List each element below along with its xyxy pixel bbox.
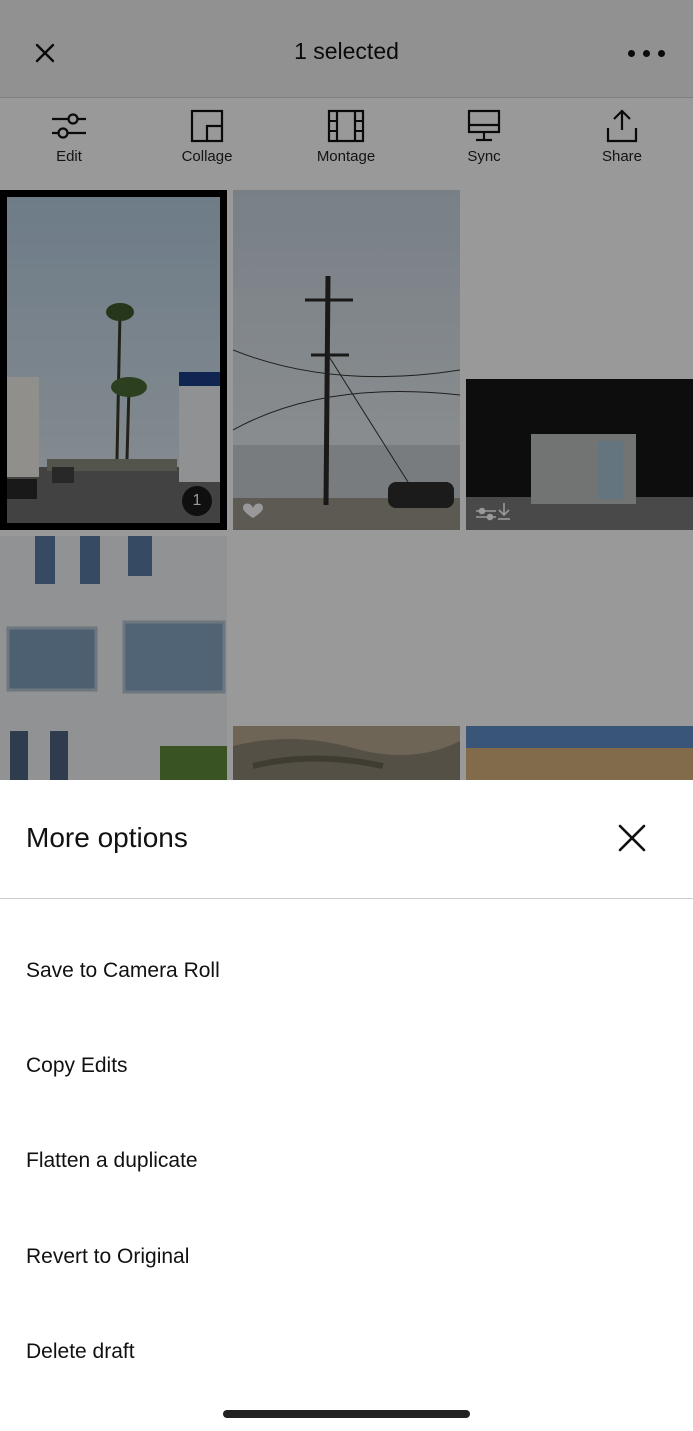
delete-draft-option[interactable]: Delete draft bbox=[26, 1332, 666, 1372]
home-indicator bbox=[223, 1410, 470, 1418]
divider bbox=[0, 898, 693, 899]
close-icon[interactable] bbox=[612, 818, 652, 858]
sheet-title: More options bbox=[26, 822, 188, 853]
more-options-sheet: More options Save to Camera Roll Copy Ed… bbox=[0, 780, 693, 1431]
copy-edits-option[interactable]: Copy Edits bbox=[26, 1046, 666, 1086]
flatten-duplicate-option[interactable]: Flatten a duplicate bbox=[26, 1141, 666, 1181]
revert-to-original-option[interactable]: Revert to Original bbox=[26, 1237, 666, 1277]
modal-backdrop[interactable] bbox=[0, 0, 693, 780]
save-to-camera-roll-option[interactable]: Save to Camera Roll bbox=[26, 951, 666, 991]
